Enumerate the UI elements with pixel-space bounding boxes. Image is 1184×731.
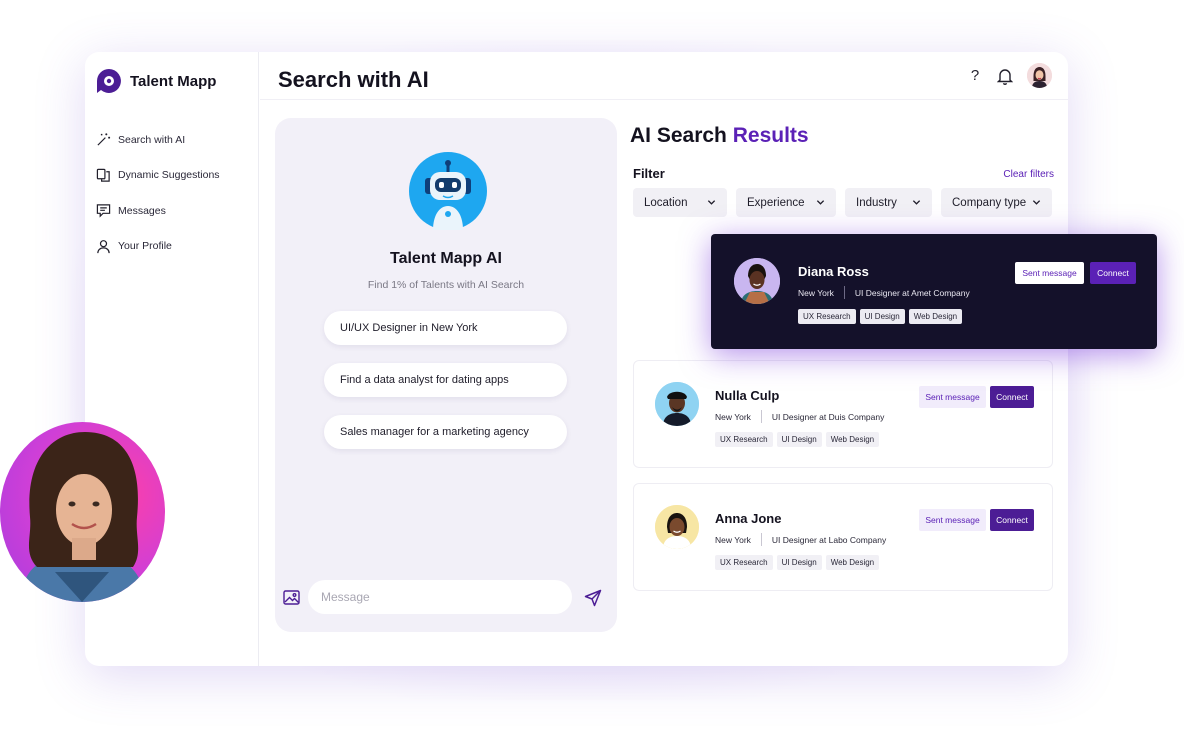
connect-button[interactable]: Connect bbox=[990, 509, 1034, 531]
top-header: Search with AI ? bbox=[260, 52, 1068, 100]
suggestion-chip[interactable]: Find a data analyst for dating apps bbox=[324, 363, 567, 397]
stage: Talent Mapp Search with AI Dynamic Sugge… bbox=[0, 0, 1184, 731]
candidate-photo bbox=[655, 382, 699, 426]
sidebar-item-dynamic-suggestions[interactable]: Dynamic Suggestions bbox=[96, 158, 220, 194]
skill-tag: UX Research bbox=[715, 432, 773, 447]
candidate-photo bbox=[734, 258, 780, 304]
bot-subtitle: Find 1% of Talents with AI Search bbox=[367, 279, 525, 291]
candidate-name: Nulla Culp bbox=[715, 388, 780, 403]
sidebar-item-search-with-ai[interactable]: Search with AI bbox=[96, 122, 220, 158]
skill-tag: UX Research bbox=[715, 555, 773, 570]
user-avatar-image bbox=[1027, 63, 1052, 88]
candidate-card[interactable]: Anna Jone New York UI Designer at Labo C… bbox=[633, 483, 1053, 591]
filter-industry-dropdown[interactable]: Industry bbox=[845, 188, 932, 217]
message-icon bbox=[96, 204, 111, 218]
candidate-role: UI Designer at Labo Company bbox=[771, 534, 887, 545]
candidate-tags: UX Research UI Design Web Design bbox=[715, 555, 880, 570]
skill-tag: Web Design bbox=[908, 309, 963, 324]
candidate-tags: UX Research UI Design Web Design bbox=[715, 432, 880, 447]
meta-divider bbox=[760, 533, 762, 546]
suggestion-chip[interactable]: UI/UX Designer in New York bbox=[324, 311, 567, 345]
sidebar-item-label: Dynamic Suggestions bbox=[118, 169, 220, 182]
filter-bar: Location Experience Industry Company typ… bbox=[633, 188, 1052, 217]
brand[interactable]: Talent Mapp bbox=[96, 68, 216, 94]
candidate-meta: New York UI Designer at Amet Company bbox=[798, 286, 970, 299]
user-icon bbox=[97, 239, 110, 253]
brand-name: Talent Mapp bbox=[130, 72, 217, 90]
ai-chat-panel: Talent Mapp AI Find 1% of Talents with A… bbox=[275, 118, 617, 632]
sent-message-button[interactable]: Sent message bbox=[919, 386, 986, 408]
filter-company-type-dropdown[interactable]: Company type bbox=[941, 188, 1052, 217]
results-title-accent: Results bbox=[732, 124, 809, 147]
sidebar-item-label: Messages bbox=[118, 204, 166, 217]
connect-button[interactable]: Connect bbox=[1090, 262, 1136, 284]
floating-portrait bbox=[0, 422, 165, 602]
sidebar-item-your-profile[interactable]: Your Profile bbox=[96, 229, 220, 265]
candidate-avatar bbox=[734, 258, 780, 304]
sent-message-button[interactable]: Sent message bbox=[919, 509, 986, 531]
skill-tag: UI Design bbox=[776, 555, 822, 570]
suggestion-chip[interactable]: Sales manager for a marketing agency bbox=[324, 415, 567, 449]
question-mark-icon[interactable]: ? bbox=[967, 67, 983, 85]
chevron-down-icon bbox=[707, 200, 716, 205]
filter-experience-dropdown[interactable]: Experience bbox=[736, 188, 836, 217]
sidebar-item-messages[interactable]: Messages bbox=[96, 193, 220, 229]
page-title: Search with AI bbox=[278, 67, 429, 92]
connect-button[interactable]: Connect bbox=[990, 386, 1034, 408]
sidebar-item-label: Search with AI bbox=[118, 133, 186, 146]
results-title-main: AI Search bbox=[630, 124, 733, 147]
candidate-card[interactable]: Nulla Culp New York UI Designer at Duis … bbox=[633, 360, 1053, 468]
suggestions-icon bbox=[96, 168, 110, 182]
chevron-down-icon bbox=[816, 200, 825, 205]
candidate-location: New York bbox=[715, 411, 751, 422]
sent-message-button[interactable]: Sent message bbox=[1015, 262, 1084, 284]
skill-tag: Web Design bbox=[825, 432, 880, 447]
skill-tag: UX Research bbox=[798, 309, 856, 324]
portrait-image bbox=[20, 432, 144, 602]
robot-icon bbox=[409, 152, 487, 230]
clear-filters-link[interactable]: Clear filters bbox=[1003, 169, 1054, 180]
app-window: Talent Mapp Search with AI Dynamic Sugge… bbox=[85, 52, 1068, 666]
sidebar-item-label: Your Profile bbox=[118, 240, 172, 253]
candidate-location: New York bbox=[715, 534, 751, 545]
magic-wand-icon bbox=[97, 133, 111, 146]
candidate-meta: New York UI Designer at Duis Company bbox=[715, 410, 884, 423]
user-avatar[interactable] bbox=[1027, 63, 1052, 88]
candidate-avatar bbox=[655, 505, 699, 549]
sidebar-nav: Search with AI Dynamic Suggestions Messa… bbox=[96, 122, 220, 264]
skill-tag: UI Design bbox=[776, 432, 822, 447]
candidate-photo bbox=[655, 505, 699, 549]
message-input[interactable] bbox=[308, 580, 572, 614]
candidate-name: Diana Ross bbox=[798, 264, 869, 279]
dropdown-label: Experience bbox=[747, 196, 805, 209]
filter-location-dropdown[interactable]: Location bbox=[633, 188, 727, 217]
image-upload-icon[interactable] bbox=[283, 590, 300, 605]
results-title: AI Search Results bbox=[630, 124, 809, 148]
chevron-down-icon bbox=[1032, 200, 1041, 205]
meta-divider bbox=[843, 286, 845, 299]
message-composer bbox=[275, 580, 617, 616]
candidate-meta: New York UI Designer at Labo Company bbox=[715, 533, 886, 546]
candidate-avatar bbox=[655, 382, 699, 426]
send-icon[interactable] bbox=[584, 589, 602, 607]
skill-tag: UI Design bbox=[859, 309, 905, 324]
skill-tag: Web Design bbox=[825, 555, 880, 570]
candidate-name: Anna Jone bbox=[715, 511, 782, 526]
bot-name: Talent Mapp AI bbox=[390, 250, 502, 267]
dropdown-label: Company type bbox=[952, 196, 1027, 209]
meta-divider bbox=[760, 410, 762, 423]
candidate-tags: UX Research UI Design Web Design bbox=[798, 309, 963, 324]
talent-mapp-logo-icon bbox=[97, 69, 121, 93]
featured-candidate-card[interactable]: Diana Ross New York UI Designer at Amet … bbox=[711, 234, 1157, 349]
dropdown-label: Industry bbox=[856, 196, 897, 209]
bell-icon[interactable] bbox=[997, 67, 1013, 85]
dropdown-label: Location bbox=[644, 196, 688, 209]
candidate-location: New York bbox=[798, 287, 834, 298]
candidate-role: UI Designer at Amet Company bbox=[854, 287, 970, 298]
header-actions: ? bbox=[967, 63, 1052, 88]
chevron-down-icon bbox=[912, 200, 921, 205]
filter-label: Filter bbox=[633, 166, 665, 181]
candidate-role: UI Designer at Duis Company bbox=[771, 411, 885, 422]
